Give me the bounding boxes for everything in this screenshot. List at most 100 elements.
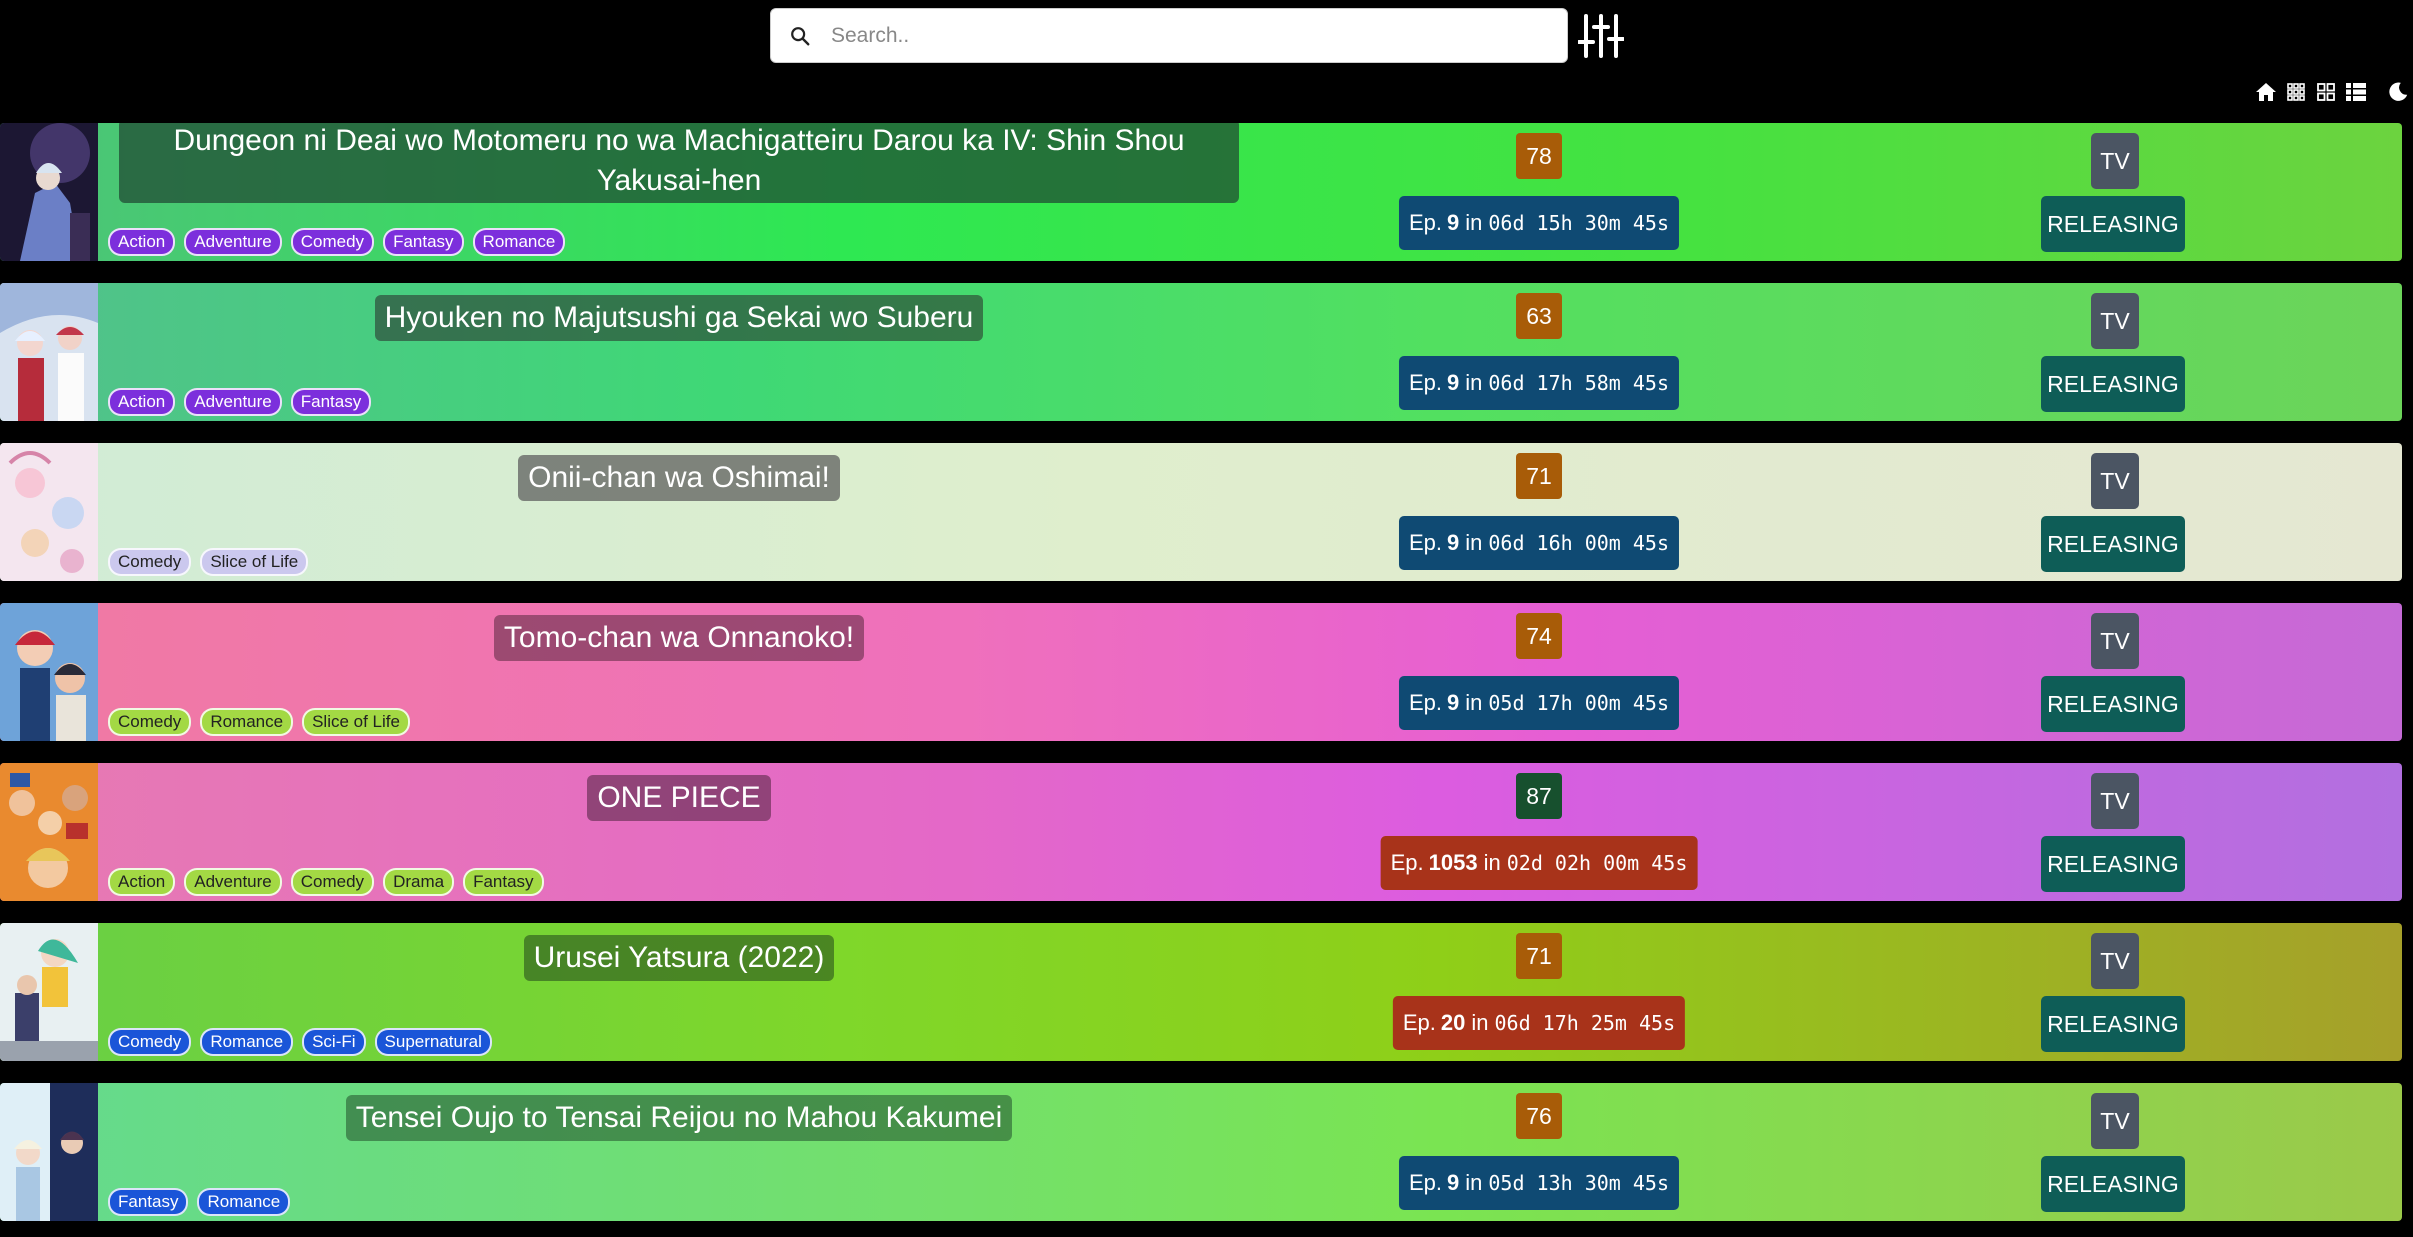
episode-number: 20 (1440, 1010, 1466, 1035)
search-input[interactable] (829, 8, 1567, 63)
genre-tag[interactable]: Fantasy (108, 1188, 189, 1216)
sliders-icon[interactable] (1577, 12, 1625, 60)
episode-prefix: Ep. (1408, 370, 1443, 395)
anime-title[interactable]: Dungeon ni Deai wo Motomeru no wa Machig… (119, 123, 1239, 203)
anime-card[interactable]: Onii-chan wa Oshimai! Comedy Slice of Li… (0, 443, 2402, 581)
genre-tag[interactable]: Fantasy (290, 388, 372, 416)
genre-list: Action Adventure Fantasy (108, 388, 372, 416)
cover-image[interactable] (0, 443, 98, 581)
genre-tag[interactable]: Comedy (108, 548, 192, 576)
genre-tag[interactable]: Adventure (184, 228, 282, 256)
next-episode-badge: Ep. 9 in 05d 13h 30m 45s (1398, 1156, 1680, 1210)
episode-prefix: Ep. (1408, 690, 1443, 715)
episode-in: in (1465, 690, 1483, 715)
countdown: 05d 17h 00m 45s (1488, 691, 1670, 715)
countdown: 06d 17h 58m 45s (1488, 371, 1670, 395)
status-badge: RELEASING (2041, 676, 2185, 732)
search-bar (770, 8, 1568, 63)
countdown: 06d 15h 30m 45s (1488, 211, 1670, 235)
genre-tag[interactable]: Romance (472, 228, 566, 256)
episode-prefix: Ep. (1408, 530, 1443, 555)
genre-tag[interactable]: Slice of Life (302, 708, 410, 736)
genre-tag[interactable]: Romance (200, 708, 294, 736)
genre-list: Comedy Slice of Life (108, 548, 309, 576)
status-badge: RELEASING (2041, 836, 2185, 892)
format-badge: TV (2091, 933, 2139, 989)
genre-tag[interactable]: Comedy (108, 1028, 192, 1056)
title-container: ONE PIECE (105, 763, 1253, 833)
next-episode-badge: Ep. 9 in 06d 15h 30m 45s (1398, 196, 1680, 250)
genre-list: Comedy Romance Sci-Fi Supernatural (108, 1028, 492, 1056)
score-badge: 63 (1516, 293, 1562, 339)
episode-number: 9 (1447, 690, 1460, 715)
format-badge: TV (2091, 293, 2139, 349)
cover-image[interactable] (0, 1083, 98, 1221)
episode-number: 9 (1447, 370, 1460, 395)
anime-card[interactable]: Hyouken no Majutsushi ga Sekai wo Suberu… (0, 283, 2402, 421)
score-badge: 87 (1516, 773, 1562, 819)
anime-card[interactable]: ONE PIECE Action Adventure Comedy Drama … (0, 763, 2402, 901)
anime-title[interactable]: ONE PIECE (587, 775, 771, 821)
title-container: Dungeon ni Deai wo Motomeru no wa Machig… (105, 123, 1253, 203)
anime-card[interactable]: Urusei Yatsura (2022) Comedy Romance Sci… (0, 923, 2402, 1061)
episode-number: 9 (1447, 530, 1460, 555)
moon-icon[interactable] (2383, 78, 2413, 106)
score-badge: 78 (1516, 133, 1562, 179)
home-icon[interactable] (2251, 78, 2281, 106)
cover-image[interactable] (0, 283, 98, 421)
cover-image[interactable] (0, 923, 98, 1061)
anime-title[interactable]: Tensei Oujo to Tensai Reijou no Mahou Ka… (345, 1095, 1013, 1141)
anime-card[interactable]: Dungeon ni Deai wo Motomeru no wa Machig… (0, 123, 2402, 261)
countdown: 02d 02h 00m 45s (1506, 851, 1688, 875)
format-badge: TV (2091, 453, 2139, 509)
next-episode-badge: Ep. 9 in 05d 17h 00m 45s (1398, 676, 1680, 730)
genre-tag[interactable]: Comedy (290, 228, 375, 256)
anime-title[interactable]: Hyouken no Majutsushi ga Sekai wo Suberu (374, 295, 984, 341)
genre-tag[interactable]: Comedy (290, 868, 375, 896)
genre-tag[interactable]: Romance (197, 1188, 291, 1216)
title-container: Urusei Yatsura (2022) (105, 923, 1253, 993)
genre-tag[interactable]: Slice of Life (200, 548, 309, 576)
title-container: Tensei Oujo to Tensai Reijou no Mahou Ka… (105, 1083, 1253, 1153)
genre-tag[interactable]: Drama (383, 868, 455, 896)
score-badge: 71 (1516, 933, 1562, 979)
grid-large-icon[interactable] (2311, 78, 2341, 106)
genre-tag[interactable]: Romance (200, 1028, 294, 1056)
episode-in: in (1465, 1170, 1483, 1195)
anime-title[interactable]: Onii-chan wa Oshimai! (518, 455, 840, 501)
next-episode-badge: Ep. 20 in 06d 17h 25m 45s (1392, 996, 1686, 1050)
genre-tag[interactable]: Adventure (184, 388, 282, 416)
format-badge: TV (2091, 613, 2139, 669)
genre-tag[interactable]: Action (108, 868, 176, 896)
anime-title[interactable]: Urusei Yatsura (2022) (523, 935, 835, 981)
genre-list: Action Adventure Comedy Drama Fantasy (108, 868, 544, 896)
score-badge: 76 (1516, 1093, 1562, 1139)
episode-in: in (1483, 850, 1501, 875)
search-icon[interactable] (771, 25, 829, 47)
cover-image[interactable] (0, 603, 98, 741)
episode-prefix: Ep. (1402, 1010, 1436, 1035)
status-badge: RELEASING (2041, 516, 2185, 572)
cover-image[interactable] (0, 763, 98, 901)
status-badge: RELEASING (2041, 356, 2185, 412)
genre-tag[interactable]: Adventure (184, 868, 282, 896)
genre-tag[interactable]: Action (108, 388, 176, 416)
episode-prefix: Ep. (1390, 850, 1424, 875)
title-container: Hyouken no Majutsushi ga Sekai wo Suberu (105, 283, 1253, 353)
grid-small-icon[interactable] (2281, 78, 2311, 106)
episode-prefix: Ep. (1408, 1170, 1443, 1195)
genre-tag[interactable]: Sci-Fi (302, 1028, 366, 1056)
countdown: 06d 16h 00m 45s (1488, 531, 1670, 555)
anime-card[interactable]: Tensei Oujo to Tensai Reijou no Mahou Ka… (0, 1083, 2402, 1221)
genre-tag[interactable]: Fantasy (463, 868, 544, 896)
anime-card[interactable]: Tomo-chan wa Onnanoko! Comedy Romance Sl… (0, 603, 2402, 741)
genre-tag[interactable]: Fantasy (383, 228, 464, 256)
cover-image[interactable] (0, 123, 98, 261)
genre-list: Fantasy Romance (108, 1188, 291, 1216)
score-badge: 74 (1516, 613, 1562, 659)
genre-tag[interactable]: Comedy (108, 708, 192, 736)
genre-tag[interactable]: Action (108, 228, 176, 256)
list-icon[interactable] (2341, 78, 2371, 106)
anime-title[interactable]: Tomo-chan wa Onnanoko! (493, 615, 865, 661)
genre-tag[interactable]: Supernatural (374, 1028, 492, 1056)
